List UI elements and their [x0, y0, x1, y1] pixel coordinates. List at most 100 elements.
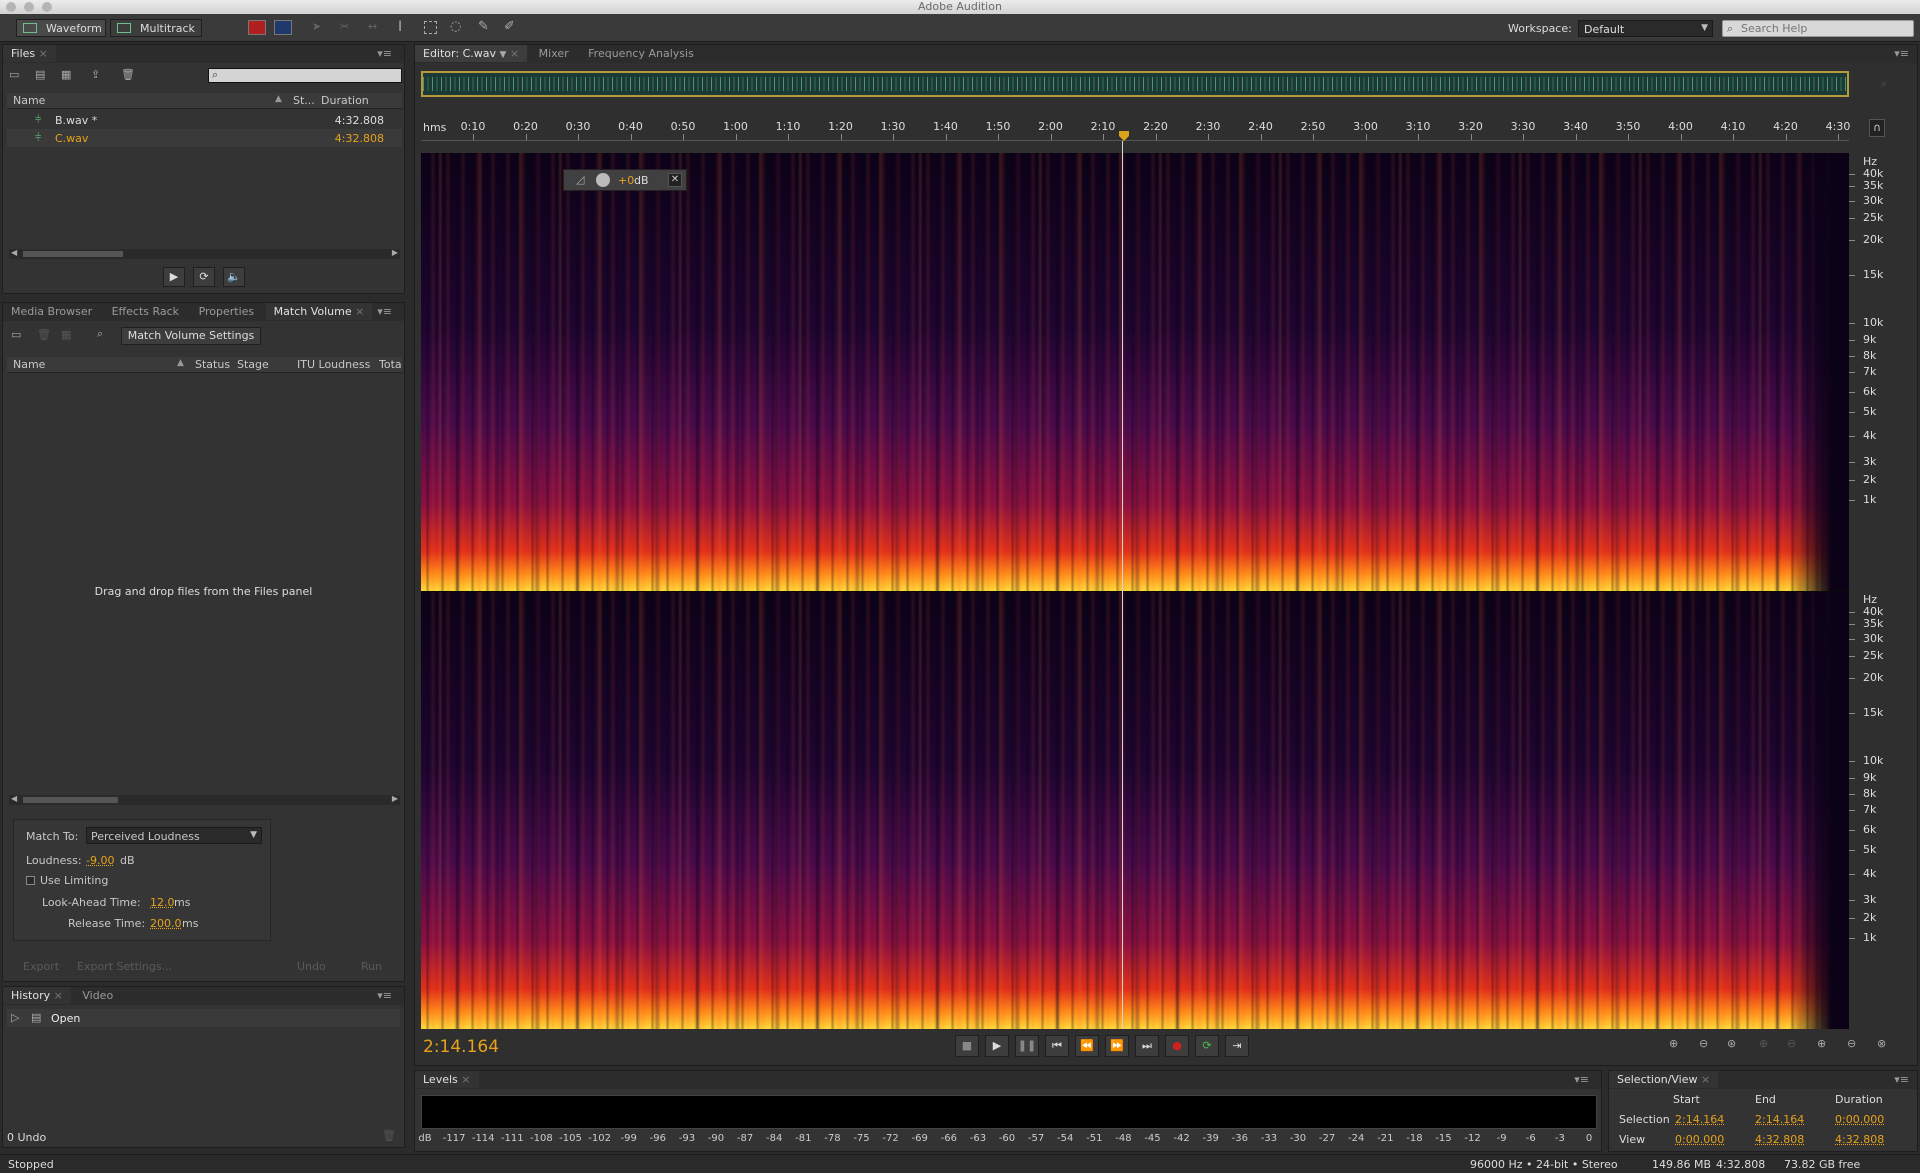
close-icon[interactable]: ×: [54, 989, 63, 1002]
time-ruler[interactable]: hms 0:10 0:20 0:30 0:40 0:50 1:00 1:10 1:20 1:30…: [421, 117, 1850, 141]
play-preview-button[interactable]: ▶: [163, 267, 185, 287]
panel-menu-icon[interactable]: ▾≡: [377, 47, 392, 60]
current-time-display[interactable]: 2:14.164: [423, 1037, 499, 1057]
stop-button[interactable]: ■: [955, 1035, 979, 1057]
fast-forward-button[interactable]: ⏩: [1105, 1035, 1129, 1057]
scroll-left-icon[interactable]: ◀: [11, 248, 17, 257]
spectrogram-left-channel[interactable]: [421, 153, 1849, 591]
selection-start[interactable]: 2:14.164: [1675, 1113, 1724, 1126]
column-stage[interactable]: Stage: [237, 358, 269, 371]
spot-healing-tool-icon[interactable]: ✐: [504, 19, 515, 34]
hud-volume-control[interactable]: ◿ +0 dB ✕: [563, 169, 687, 191]
column-duration[interactable]: Duration: [321, 94, 369, 107]
workspace-select[interactable]: Default ▼: [1578, 20, 1713, 37]
selection-duration[interactable]: 0:00.000: [1835, 1113, 1884, 1126]
export-button[interactable]: Export: [23, 960, 59, 973]
panel-menu-icon[interactable]: ▾≡: [1894, 47, 1909, 60]
close-icon[interactable]: ×: [355, 305, 364, 318]
column-name[interactable]: Name: [13, 94, 45, 107]
spectral-display-icon[interactable]: [248, 20, 266, 35]
zoom-navigator-icon[interactable]: ⌕: [1881, 77, 1887, 91]
open-file-icon[interactable]: ▭: [9, 68, 19, 81]
insert-multitrack-icon[interactable]: ⇪: [91, 68, 100, 81]
zoom-reset-icon[interactable]: ⊗: [1877, 1037, 1886, 1050]
panel-menu-icon[interactable]: ▾≡: [377, 989, 392, 1002]
lookahead-value[interactable]: 12.0: [150, 896, 175, 909]
file-row-selected[interactable]: ⫩ C.wav 4:32.808: [7, 129, 402, 147]
view-end[interactable]: 4:32.808: [1755, 1133, 1804, 1146]
files-search-field[interactable]: ⌕: [208, 68, 402, 83]
slip-tool-icon[interactable]: ↔: [368, 20, 377, 33]
tab-levels[interactable]: Levels ×: [415, 1071, 479, 1088]
tab-video[interactable]: Video: [74, 987, 121, 1004]
loop-playback-button[interactable]: ⟳: [1195, 1035, 1219, 1057]
use-limiting-checkbox[interactable]: [26, 876, 35, 885]
play-button[interactable]: ▶: [985, 1035, 1009, 1057]
go-to-start-button[interactable]: ⏮: [1045, 1035, 1069, 1057]
close-icon[interactable]: ×: [1701, 1073, 1710, 1086]
column-status[interactable]: Status: [195, 358, 230, 371]
import-file-icon[interactable]: ▤: [35, 68, 45, 81]
close-icon[interactable]: ×: [461, 1073, 470, 1086]
scrollbar-thumb[interactable]: [23, 797, 118, 803]
history-item[interactable]: ▷ ▤ Open: [7, 1009, 400, 1027]
tab-mixer[interactable]: Mixer: [531, 45, 577, 62]
volume-knob-icon[interactable]: [596, 173, 610, 187]
loop-preview-button[interactable]: ⟳: [193, 267, 215, 287]
waveform-view-button[interactable]: Waveform: [16, 19, 106, 37]
marquee-tool-icon[interactable]: [424, 21, 437, 34]
scroll-left-icon[interactable]: ◀: [11, 794, 17, 803]
tab-effects-rack[interactable]: Effects Rack: [104, 303, 187, 320]
search-help-field[interactable]: ⌕: [1722, 20, 1914, 37]
file-row[interactable]: ⫩ B.wav * 4:32.808: [7, 111, 402, 129]
playhead-marker-icon[interactable]: [1119, 131, 1129, 141]
tab-frequency-analysis[interactable]: Frequency Analysis: [580, 45, 702, 62]
zoom-in-time-icon[interactable]: ⊕: [1759, 1037, 1768, 1050]
pin-icon[interactable]: ✕: [668, 173, 682, 187]
spectrogram-right-channel[interactable]: [421, 591, 1849, 1029]
brush-tool-icon[interactable]: ✎: [478, 19, 489, 34]
run-button[interactable]: Run: [361, 960, 382, 973]
auto-play-button[interactable]: 🔈: [223, 267, 245, 287]
scroll-right-icon[interactable]: ▶: [392, 248, 398, 257]
record-button[interactable]: ●: [1165, 1035, 1189, 1057]
tab-properties[interactable]: Properties: [191, 303, 263, 320]
export-settings-button[interactable]: Export Settings...: [77, 960, 172, 973]
tab-files[interactable]: Files ×: [3, 45, 56, 62]
move-tool-icon[interactable]: ➤: [312, 20, 321, 33]
scrollbar-thumb[interactable]: [23, 251, 123, 257]
overview-bar[interactable]: [421, 71, 1849, 97]
search-help-input[interactable]: [1741, 22, 1909, 35]
panel-menu-icon[interactable]: ▾≡: [1894, 1073, 1909, 1086]
clear-list-icon[interactable]: ▦: [61, 328, 71, 341]
new-file-icon[interactable]: ▦: [61, 68, 71, 81]
match-volume-settings-button[interactable]: Match Volume Settings: [121, 327, 261, 345]
loudness-value[interactable]: -9.00: [86, 854, 114, 867]
view-start[interactable]: 0:00.000: [1675, 1133, 1724, 1146]
spectral-pitch-icon[interactable]: [274, 20, 292, 35]
close-icon[interactable]: ×: [510, 47, 519, 60]
razor-tool-icon[interactable]: ✂: [340, 20, 349, 33]
column-status[interactable]: St...: [293, 94, 315, 107]
close-icon[interactable]: ×: [39, 47, 48, 60]
tab-editor[interactable]: Editor: C.wav ▼ ×: [415, 45, 528, 62]
zoom-in-point-icon[interactable]: ⊕: [1817, 1037, 1826, 1050]
files-scrollbar[interactable]: ◀ ▶: [9, 248, 400, 259]
pause-button[interactable]: ❚❚: [1015, 1035, 1039, 1057]
zoom-out-amplitude-icon[interactable]: ⊖: [1699, 1037, 1708, 1050]
snap-icon[interactable]: ∩: [1869, 119, 1885, 137]
tab-selection-view[interactable]: Selection/View ×: [1609, 1071, 1719, 1088]
selection-end[interactable]: 2:14.164: [1755, 1113, 1804, 1126]
column-name[interactable]: Name: [13, 358, 45, 371]
zoom-out-time-icon[interactable]: ⊖: [1787, 1037, 1796, 1050]
match-to-select[interactable]: Perceived Loudness ▼: [86, 827, 262, 844]
zoom-out-full-icon[interactable]: ⊖: [1847, 1037, 1856, 1050]
panel-menu-icon[interactable]: ▾≡: [1574, 1073, 1589, 1086]
panel-menu-icon[interactable]: ▾≡: [377, 305, 392, 318]
hud-gain-value[interactable]: +0: [618, 174, 634, 187]
add-files-icon[interactable]: ▭: [11, 328, 21, 341]
tab-media-browser[interactable]: Media Browser: [3, 303, 100, 320]
lasso-tool-icon[interactable]: ◌: [450, 19, 461, 34]
chevron-down-icon[interactable]: ▼: [500, 50, 507, 60]
release-value[interactable]: 200.0: [150, 917, 182, 930]
